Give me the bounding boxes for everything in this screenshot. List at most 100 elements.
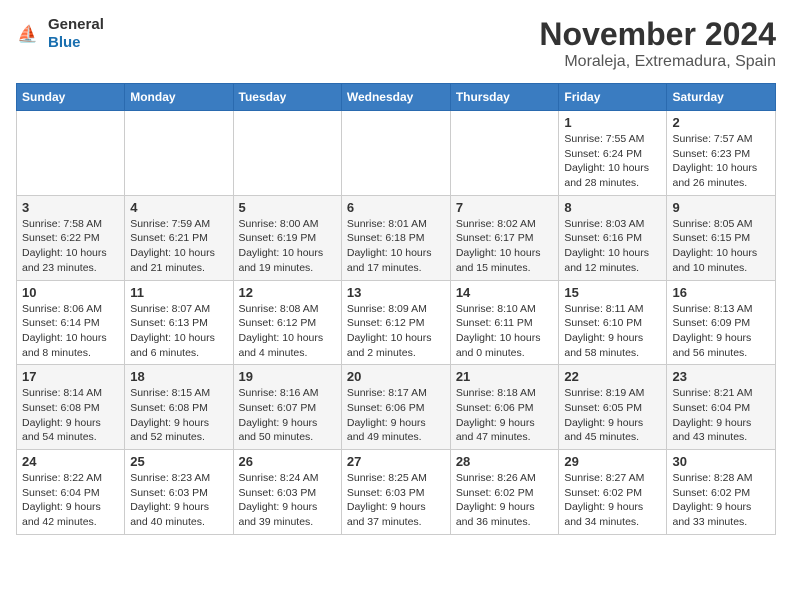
day-number: 5 — [239, 200, 336, 215]
calendar-day-cell — [125, 111, 233, 196]
title-area: November 2024 Moraleja, Extremadura, Spa… — [539, 16, 776, 71]
calendar-week-row: 1Sunrise: 7:55 AM Sunset: 6:24 PM Daylig… — [17, 111, 776, 196]
day-number: 15 — [564, 285, 661, 300]
day-number: 12 — [239, 285, 336, 300]
day-number: 2 — [672, 115, 770, 130]
day-number: 22 — [564, 369, 661, 384]
calendar-week-row: 17 Sunrise: 8:14 AM Sunset: 6:08 PM Dayli… — [17, 365, 776, 450]
calendar-header-thursday: Thursday — [450, 84, 559, 111]
day-info: Sunrise: 8:09 AM Sunset: 6:12 PM Dayligh… — [347, 302, 445, 361]
calendar-day-cell — [341, 111, 450, 196]
logo-text-blue: Blue — [48, 34, 81, 51]
day-number: 27 — [347, 454, 445, 469]
day-number: 24 — [22, 454, 119, 469]
calendar-header-wednesday: Wednesday — [341, 84, 450, 111]
day-number: 16 — [672, 285, 770, 300]
calendar-day-cell: 27 Sunrise: 8:25 AM Sunset: 6:03 PM Dayli… — [341, 450, 450, 535]
calendar-day-cell: 30 Sunrise: 8:28 AM Sunset: 6:02 PM Dayli… — [667, 450, 776, 535]
day-info: Sunrise: 8:15 AM Sunset: 6:08 PM Dayligh… — [130, 386, 227, 445]
day-info: Sunrise: 8:27 AM Sunset: 6:02 PM Dayligh… — [564, 471, 661, 530]
calendar-day-cell: 15 Sunrise: 8:11 AM Sunset: 6:10 PM Dayli… — [559, 280, 667, 365]
day-info: Sunrise: 8:11 AM Sunset: 6:10 PM Dayligh… — [564, 302, 661, 361]
calendar-header-row: SundayMondayTuesdayWednesdayThursdayFrid… — [17, 84, 776, 111]
calendar-header-saturday: Saturday — [667, 84, 776, 111]
day-info: Sunrise: 8:03 AM Sunset: 6:16 PM Dayligh… — [564, 217, 661, 276]
day-info: Sunrise: 8:17 AM Sunset: 6:06 PM Dayligh… — [347, 386, 445, 445]
calendar-day-cell: 21 Sunrise: 8:18 AM Sunset: 6:06 PM Dayli… — [450, 365, 559, 450]
day-number: 9 — [672, 200, 770, 215]
day-number: 11 — [130, 285, 227, 300]
day-info: Sunrise: 8:02 AM Sunset: 6:17 PM Dayligh… — [456, 217, 554, 276]
day-info: Sunrise: 7:59 AM Sunset: 6:21 PM Dayligh… — [130, 217, 227, 276]
day-info: Sunrise: 8:05 AM Sunset: 6:15 PM Dayligh… — [672, 217, 770, 276]
header: ⛵ General Blue November 2024 Moraleja, E… — [16, 16, 776, 71]
day-info: Sunrise: 8:18 AM Sunset: 6:06 PM Dayligh… — [456, 386, 554, 445]
day-number: 17 — [22, 369, 119, 384]
calendar-day-cell: 2Sunrise: 7:57 AM Sunset: 6:23 PM Daylig… — [667, 111, 776, 196]
day-info: Sunrise: 8:13 AM Sunset: 6:09 PM Dayligh… — [672, 302, 770, 361]
calendar-header-tuesday: Tuesday — [233, 84, 341, 111]
calendar-week-row: 10 Sunrise: 8:06 AM Sunset: 6:14 PM Dayli… — [17, 280, 776, 365]
calendar-day-cell: 11 Sunrise: 8:07 AM Sunset: 6:13 PM Dayli… — [125, 280, 233, 365]
calendar-day-cell — [17, 111, 125, 196]
day-info: Sunrise: 8:16 AM Sunset: 6:07 PM Dayligh… — [239, 386, 336, 445]
day-info: Sunrise: 8:24 AM Sunset: 6:03 PM Dayligh… — [239, 471, 336, 530]
day-info: Sunrise: 8:25 AM Sunset: 6:03 PM Dayligh… — [347, 471, 445, 530]
calendar-day-cell: 19Sunrise: 8:16 AM Sunset: 6:07 PM Dayli… — [233, 365, 341, 450]
day-number: 18 — [130, 369, 227, 384]
calendar-day-cell: 6Sunrise: 8:01 AM Sunset: 6:18 PM Daylig… — [341, 195, 450, 280]
day-info: Sunrise: 8:28 AM Sunset: 6:02 PM Dayligh… — [672, 471, 770, 530]
logo: ⛵ General Blue — [16, 16, 104, 52]
calendar-day-cell: 12Sunrise: 8:08 AM Sunset: 6:12 PM Dayli… — [233, 280, 341, 365]
day-info: Sunrise: 8:07 AM Sunset: 6:13 PM Dayligh… — [130, 302, 227, 361]
day-number: 4 — [130, 200, 227, 215]
day-info: Sunrise: 8:22 AM Sunset: 6:04 PM Dayligh… — [22, 471, 119, 530]
day-number: 30 — [672, 454, 770, 469]
calendar-header-sunday: Sunday — [17, 84, 125, 111]
calendar-day-cell: 13 Sunrise: 8:09 AM Sunset: 6:12 PM Dayli… — [341, 280, 450, 365]
calendar-day-cell — [233, 111, 341, 196]
calendar-day-cell: 20Sunrise: 8:17 AM Sunset: 6:06 PM Dayli… — [341, 365, 450, 450]
calendar-day-cell: 26 Sunrise: 8:24 AM Sunset: 6:03 PM Dayli… — [233, 450, 341, 535]
day-info: Sunrise: 8:06 AM Sunset: 6:14 PM Dayligh… — [22, 302, 119, 361]
day-info: Sunrise: 8:19 AM Sunset: 6:05 PM Dayligh… — [564, 386, 661, 445]
day-info: Sunrise: 8:10 AM Sunset: 6:11 PM Dayligh… — [456, 302, 554, 361]
calendar-day-cell: 28Sunrise: 8:26 AM Sunset: 6:02 PM Dayli… — [450, 450, 559, 535]
calendar-day-cell: 16 Sunrise: 8:13 AM Sunset: 6:09 PM Dayli… — [667, 280, 776, 365]
day-number: 21 — [456, 369, 554, 384]
calendar-day-cell: 24 Sunrise: 8:22 AM Sunset: 6:04 PM Dayli… — [17, 450, 125, 535]
calendar-day-cell: 3 Sunrise: 7:58 AM Sunset: 6:22 PM Daylig… — [17, 195, 125, 280]
location-title: Moraleja, Extremadura, Spain — [539, 53, 776, 71]
day-info: Sunrise: 8:00 AM Sunset: 6:19 PM Dayligh… — [239, 217, 336, 276]
calendar-day-cell: 25 Sunrise: 8:23 AM Sunset: 6:03 PM Dayli… — [125, 450, 233, 535]
logo-icon: ⛵ — [16, 20, 44, 48]
calendar-day-cell: 29 Sunrise: 8:27 AM Sunset: 6:02 PM Dayli… — [559, 450, 667, 535]
day-number: 10 — [22, 285, 119, 300]
day-number: 3 — [22, 200, 119, 215]
svg-text:⛵: ⛵ — [17, 24, 38, 44]
day-info: Sunrise: 8:14 AM Sunset: 6:08 PM Dayligh… — [22, 386, 119, 445]
day-info: Sunrise: 7:58 AM Sunset: 6:22 PM Dayligh… — [22, 217, 119, 276]
day-info: Sunrise: 7:55 AM Sunset: 6:24 PM Dayligh… — [564, 132, 661, 191]
calendar-day-cell: 5 Sunrise: 8:00 AM Sunset: 6:19 PM Daylig… — [233, 195, 341, 280]
calendar-day-cell: 23Sunrise: 8:21 AM Sunset: 6:04 PM Dayli… — [667, 365, 776, 450]
calendar-table: SundayMondayTuesdayWednesdayThursdayFrid… — [16, 83, 776, 535]
day-number: 14 — [456, 285, 554, 300]
calendar-day-cell: 17 Sunrise: 8:14 AM Sunset: 6:08 PM Dayli… — [17, 365, 125, 450]
calendar-day-cell: 4 Sunrise: 7:59 AM Sunset: 6:21 PM Daylig… — [125, 195, 233, 280]
day-number: 8 — [564, 200, 661, 215]
calendar-day-cell: 9 Sunrise: 8:05 AM Sunset: 6:15 PM Daylig… — [667, 195, 776, 280]
day-number: 26 — [239, 454, 336, 469]
calendar-day-cell: 7Sunrise: 8:02 AM Sunset: 6:17 PM Daylig… — [450, 195, 559, 280]
calendar-week-row: 3 Sunrise: 7:58 AM Sunset: 6:22 PM Daylig… — [17, 195, 776, 280]
day-number: 25 — [130, 454, 227, 469]
logo-text-general: General — [48, 16, 104, 33]
day-info: Sunrise: 8:26 AM Sunset: 6:02 PM Dayligh… — [456, 471, 554, 530]
calendar-week-row: 24 Sunrise: 8:22 AM Sunset: 6:04 PM Dayli… — [17, 450, 776, 535]
day-number: 13 — [347, 285, 445, 300]
calendar-day-cell: 18 Sunrise: 8:15 AM Sunset: 6:08 PM Dayli… — [125, 365, 233, 450]
day-info: Sunrise: 8:01 AM Sunset: 6:18 PM Dayligh… — [347, 217, 445, 276]
day-number: 29 — [564, 454, 661, 469]
calendar-day-cell: 10 Sunrise: 8:06 AM Sunset: 6:14 PM Dayli… — [17, 280, 125, 365]
day-info: Sunrise: 8:23 AM Sunset: 6:03 PM Dayligh… — [130, 471, 227, 530]
